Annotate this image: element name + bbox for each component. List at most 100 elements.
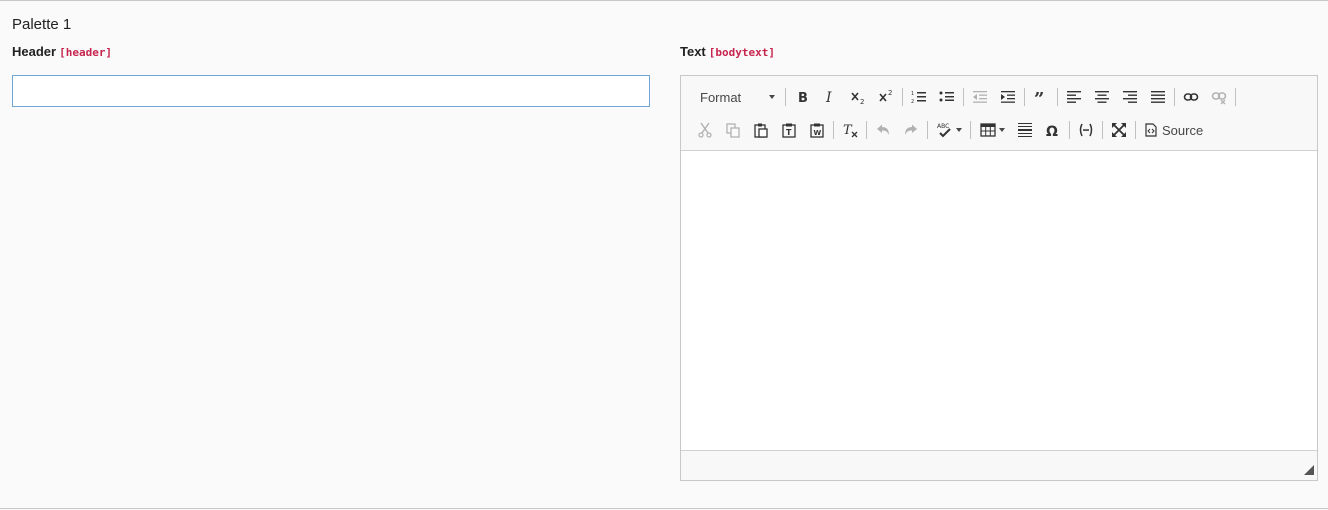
align-right-icon [1123,91,1137,103]
header-label-text: Header [12,44,57,59]
special-char-button[interactable]: Ω [1039,117,1067,143]
unlink-icon [1211,92,1227,105]
justify-button[interactable] [1144,84,1172,110]
svg-text:2: 2 [860,98,864,105]
subscript-icon: 2 [851,92,864,105]
bulleted-list-icon [939,91,954,102]
outdent-icon [973,91,987,103]
horizontal-rule-button[interactable] [1011,117,1039,143]
svg-text:2: 2 [911,99,914,105]
align-center-button[interactable] [1088,84,1116,110]
numbered-list-button[interactable]: 12 [905,84,933,110]
copy-button[interactable] [719,117,747,143]
cut-button[interactable] [691,117,719,143]
indent-button[interactable] [994,84,1022,110]
toolbar-separator [833,121,834,139]
justify-icon [1151,91,1165,103]
copy-icon [726,123,740,138]
paste-text-button[interactable]: T [775,117,803,143]
link-button[interactable] [1177,84,1205,110]
text-field-label: Text [bodytext] [680,44,775,59]
source-icon [1145,123,1157,137]
soft-hyphen-icon [1079,123,1093,137]
bold-icon: B [798,91,808,105]
paste-button[interactable] [747,117,775,143]
header-input[interactable] [12,75,650,107]
outdent-button[interactable] [966,84,994,110]
svg-text:I: I [825,90,832,105]
numbered-list-icon: 12 [911,91,926,105]
maximize-icon [1112,123,1126,137]
source-button-label: Source [1162,122,1204,138]
svg-text:1: 1 [911,91,914,97]
align-left-icon [1067,91,1081,103]
header-field-label: Header [header] [12,44,112,59]
paste-icon [754,123,768,138]
source-button[interactable]: Source [1138,117,1209,143]
superscript-icon: 2 [879,89,892,102]
header-field-name: [header] [59,46,113,59]
paste-text-icon: T [782,123,796,138]
rich-text-editor: Format B I 2 2 12 ” T W T ABC Ω Source [680,75,1318,481]
svg-text:2: 2 [888,89,892,97]
svg-text:”: ” [1034,89,1044,105]
spellcheck-icon: ABC [937,123,951,138]
toolbar-separator [1235,88,1236,106]
toolbar-separator [970,121,971,139]
bulleted-list-button[interactable] [933,84,961,110]
svg-text:Ω: Ω [1046,124,1058,138]
undo-button[interactable] [869,117,897,143]
cut-icon [698,122,712,138]
blockquote-button[interactable]: ” [1027,84,1055,110]
palette-title: Palette 1 [12,16,72,33]
chevron-down-icon [998,128,1005,132]
align-left-button[interactable] [1060,84,1088,110]
link-icon [1183,93,1199,101]
undo-icon [877,124,889,135]
blockquote-icon: ” [1034,89,1044,105]
toolbar-separator [1174,88,1175,106]
paste-word-icon: W [810,123,824,138]
chevron-down-icon [955,128,962,132]
toolbar-separator [1135,121,1136,139]
toolbar-row-1: Format B I 2 2 12 ” [691,84,1238,110]
remove-format-button[interactable]: T [836,117,864,143]
top-divider [0,0,1328,1]
superscript-button[interactable]: 2 [872,84,900,110]
chevron-down-icon [769,95,775,99]
unlink-button[interactable] [1205,84,1233,110]
italic-button[interactable]: I [816,84,844,110]
editor-bottom-bar [681,452,1317,480]
subscript-button[interactable]: 2 [844,84,872,110]
bodytext-field-name: [bodytext] [708,46,775,59]
editor-content-area[interactable] [681,151,1317,451]
bold-button[interactable]: B [788,84,816,110]
toolbar-separator [1024,88,1025,106]
toolbar-separator [1102,121,1103,139]
table-dropdown[interactable] [973,117,1011,143]
format-dropdown-label: Format [700,89,742,105]
svg-text:W: W [814,129,822,137]
redo-button[interactable] [897,117,925,143]
toolbar-separator [963,88,964,106]
bottom-divider [0,508,1328,509]
spellcheck-dropdown[interactable]: ABC [930,117,968,143]
align-right-button[interactable] [1116,84,1144,110]
table-icon [979,123,996,137]
toolbar-row-2: T W T ABC Ω Source [691,117,1209,143]
soft-hyphen-button[interactable] [1072,117,1100,143]
toolbar-separator [866,121,867,139]
toolbar-separator [785,88,786,106]
toolbar-separator [1069,121,1070,139]
toolbar-separator [902,88,903,106]
svg-text:B: B [798,91,808,105]
format-dropdown[interactable]: Format [691,84,783,110]
editor-toolbar: Format B I 2 2 12 ” T W T ABC Ω Source [681,76,1317,151]
align-center-icon [1095,91,1109,103]
italic-icon: I [825,90,832,105]
resize-grip-icon[interactable] [1304,465,1314,475]
paste-word-button[interactable]: W [803,117,831,143]
toolbar-separator [1057,88,1058,106]
special-char-icon: Ω [1046,124,1058,138]
maximize-button[interactable] [1105,117,1133,143]
